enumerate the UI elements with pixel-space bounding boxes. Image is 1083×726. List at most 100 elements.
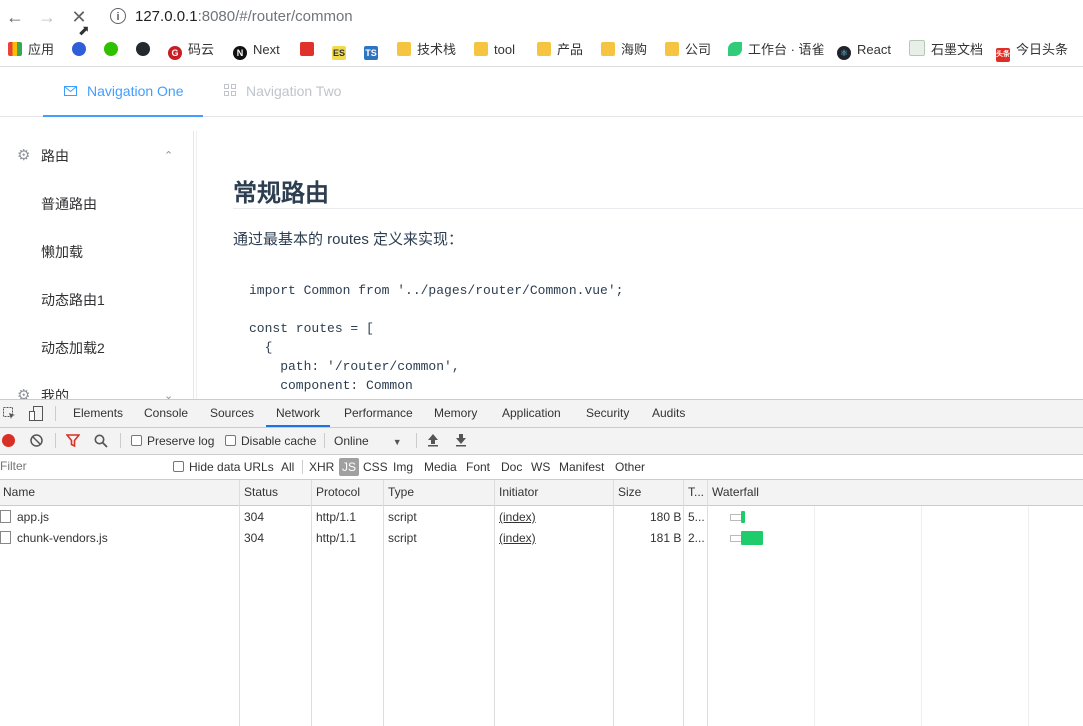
tab-sources[interactable]: Sources <box>210 400 254 427</box>
bookmark-es[interactable]: ES <box>332 36 352 64</box>
bookmark-folder-tech[interactable]: 技术栈 <box>397 36 456 64</box>
bookmark-toutiao[interactable]: 头条 今日头条 <box>996 36 1068 64</box>
bookmark-next[interactable]: N Next <box>233 36 280 64</box>
clear-icon[interactable] <box>30 434 43 447</box>
preserve-log-checkbox[interactable]: Preserve log <box>131 434 214 448</box>
sidebar-item-common[interactable]: 普通路由 <box>41 180 97 228</box>
request-name: chunk-vendors.js <box>0 528 108 549</box>
filter-type-doc[interactable]: Doc <box>501 455 522 479</box>
checkbox-label: Disable cache <box>241 434 317 448</box>
disable-cache-checkbox[interactable]: Disable cache <box>225 434 316 448</box>
forward-arrow-icon[interactable]: → <box>36 6 58 28</box>
es-icon: ES <box>332 46 346 60</box>
bookmark-baidu[interactable] <box>72 36 92 64</box>
tab-security[interactable]: Security <box>586 400 629 427</box>
url-field[interactable]: 127.0.0.1:8080/#/router/common <box>135 8 353 25</box>
col-status[interactable]: Status <box>241 480 312 505</box>
checkbox-label: Hide data URLs <box>189 460 274 474</box>
filter-type-css[interactable]: CSS <box>363 455 388 479</box>
col-type[interactable]: Type <box>385 480 494 505</box>
checkbox-box <box>225 435 236 446</box>
table-row[interactable]: app.js 304 http/1.1 script (index) 180 B… <box>0 507 1083 528</box>
device-toolbar-icon[interactable] <box>29 406 43 421</box>
export-har-icon[interactable] <box>455 433 467 447</box>
bookmark-ts[interactable]: TS <box>364 36 384 64</box>
filter-input[interactable] <box>0 458 160 474</box>
network-toolbar: Preserve log Disable cache Online ▼ <box>0 428 1083 455</box>
bookmark-react[interactable]: ⚛ React <box>837 36 891 64</box>
col-protocol[interactable]: Protocol <box>313 480 384 505</box>
url-path: :8080/#/router/common <box>197 8 353 25</box>
filter-icon[interactable] <box>65 434 81 448</box>
col-size[interactable]: Size <box>615 480 684 505</box>
back-arrow-icon[interactable]: ← <box>4 6 26 28</box>
checkbox-box <box>131 435 142 446</box>
bookmark-folder-haigou[interactable]: 海购 <box>601 36 647 64</box>
bookmark-label: 工作台 · 语雀 <box>748 42 825 57</box>
sidebar-item-lazy[interactable]: 懒加载 <box>41 228 83 276</box>
bookmark-label: 今日头条 <box>1016 42 1069 57</box>
filter-type-media[interactable]: Media <box>424 455 457 479</box>
toolbar-divider <box>416 433 417 448</box>
filter-type-manifest[interactable]: Manifest <box>559 455 604 479</box>
search-icon[interactable] <box>94 434 108 448</box>
sidebar-item-dynamic1[interactable]: 动态路由1 <box>41 276 105 324</box>
devtools-tabbar: Elements Console Sources Network Perform… <box>0 400 1083 428</box>
filter-type-all[interactable]: All <box>281 455 294 479</box>
record-icon[interactable] <box>2 434 15 447</box>
tab-audits[interactable]: Audits <box>652 400 685 427</box>
hide-data-urls-checkbox[interactable]: Hide data URLs <box>173 460 274 474</box>
submenu-router[interactable]: ⚙ 路由 ⌃ <box>0 131 193 181</box>
inspect-element-icon[interactable] <box>3 407 16 420</box>
throttling-select[interactable]: Online ▼ <box>334 434 402 448</box>
filter-type-ws[interactable]: WS <box>531 455 550 479</box>
bookmark-gitee[interactable]: G 码云 <box>168 36 214 64</box>
tab-application[interactable]: Application <box>502 400 561 427</box>
filter-type-font[interactable]: Font <box>466 455 490 479</box>
site-info-icon[interactable]: i <box>110 8 126 24</box>
dropdown-arrow-icon: ▼ <box>392 437 402 447</box>
bookmark-folder-tool[interactable]: tool <box>474 36 515 64</box>
nav-tab-two[interactable]: Navigation Two <box>224 67 341 115</box>
baidu-icon <box>72 42 86 56</box>
bookmark-folder-product[interactable]: 产品 <box>537 36 583 64</box>
bookmark-github[interactable] <box>136 36 156 64</box>
page-title: 常规路由 <box>233 180 329 207</box>
bookmark-label: tool <box>494 42 515 57</box>
tab-elements[interactable]: Elements <box>73 400 123 427</box>
bookmark-label: 应用 <box>28 42 55 57</box>
table-row[interactable]: chunk-vendors.js 304 http/1.1 script (in… <box>0 528 1083 549</box>
app-header-menu: Navigation One Navigation Two <box>0 67 1083 117</box>
col-initiator[interactable]: Initiator <box>496 480 613 505</box>
bookmark-shimo[interactable]: 石墨文档 <box>909 36 983 64</box>
tab-network[interactable]: Network <box>266 400 331 427</box>
tab-memory[interactable]: Memory <box>434 400 477 427</box>
submenu-mine[interactable]: ⚙ 我的 ⌄ <box>0 371 193 399</box>
folder-icon <box>601 42 615 56</box>
filter-type-other[interactable]: Other <box>615 455 645 479</box>
nav-tab-one[interactable]: Navigation One <box>43 67 203 117</box>
bookmark-wechat[interactable] <box>104 36 124 64</box>
bookmark-folder-company[interactable]: 公司 <box>665 36 711 64</box>
filter-type-xhr[interactable]: XHR <box>309 455 334 479</box>
filter-type-js[interactable]: JS <box>339 458 360 476</box>
col-time[interactable]: T... <box>685 480 707 505</box>
bookmark-label: 产品 <box>557 42 584 57</box>
import-har-icon[interactable] <box>427 433 439 447</box>
bookmark-apps[interactable]: 应用 <box>8 36 54 64</box>
gitee-icon: G <box>168 46 182 60</box>
request-time: 5... <box>688 510 705 524</box>
request-initiator-link[interactable]: (index) <box>499 507 536 528</box>
checkbox-box <box>173 461 184 472</box>
col-name[interactable]: Name <box>0 480 240 505</box>
filter-type-img[interactable]: Img <box>393 455 413 479</box>
folder-icon <box>397 42 411 56</box>
request-initiator-link[interactable]: (index) <box>499 528 536 549</box>
url-host: 127.0.0.1 <box>135 8 198 25</box>
sidebar-item-dynamic2[interactable]: 动态加载2 <box>41 324 105 372</box>
col-waterfall[interactable]: Waterfall <box>709 480 909 505</box>
tab-performance[interactable]: Performance <box>344 400 413 427</box>
bookmark-yuque[interactable]: 工作台 · 语雀 <box>728 36 825 64</box>
tab-console[interactable]: Console <box>144 400 188 427</box>
bookmark-red[interactable] <box>300 36 320 64</box>
